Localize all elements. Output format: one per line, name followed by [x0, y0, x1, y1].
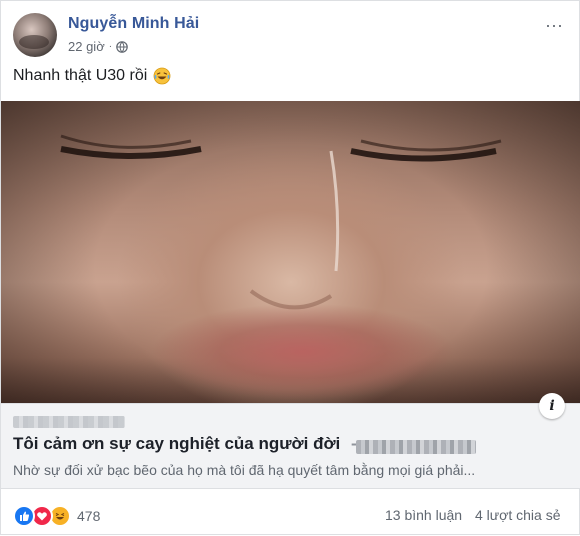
- reaction-count: 478: [77, 508, 101, 524]
- status-text: Nhanh thật U30 rồi: [13, 67, 148, 84]
- post-timestamp[interactable]: 22 giờ: [68, 39, 105, 54]
- globe-icon[interactable]: [116, 40, 128, 53]
- info-label: i: [549, 398, 555, 414]
- info-icon[interactable]: i: [539, 393, 565, 419]
- post-meta: 22 giờ ·: [68, 39, 128, 54]
- comments-count[interactable]: 13 bình luận: [385, 507, 462, 523]
- meta-separator: ·: [108, 41, 113, 52]
- photo-vignette: [1, 101, 580, 403]
- link-description: Nhờ sự đối xử bạc bẽo của họ mà tôi đã h…: [13, 462, 476, 478]
- laughing-tears-emoji-icon: [153, 67, 171, 85]
- more-options-icon[interactable]: ···: [545, 15, 563, 36]
- shares-count[interactable]: 4 lượt chia sẻ: [475, 507, 560, 523]
- author-name[interactable]: Nguyễn Minh Hải: [68, 15, 199, 33]
- post-photo[interactable]: [1, 101, 580, 403]
- post-status: Nhanh thật U30 rồi: [13, 67, 171, 85]
- link-preview[interactable]: Tôi cảm ơn sự cay nghiệt của người đời -…: [1, 403, 580, 489]
- avatar[interactable]: [13, 13, 57, 57]
- link-title[interactable]: Tôi cảm ơn sự cay nghiệt của người đời -: [13, 434, 357, 454]
- like-icon: [13, 505, 35, 527]
- link-domain-blurred: [13, 416, 125, 428]
- post-card: Nguyễn Minh Hải 22 giờ · ··· Nhanh thật …: [0, 0, 580, 535]
- post-footer: 478 13 bình luận 4 lượt chia sẻ: [1, 489, 580, 536]
- reactions-summary[interactable]: 478: [13, 505, 100, 527]
- title-suffix-blurred: [356, 440, 476, 454]
